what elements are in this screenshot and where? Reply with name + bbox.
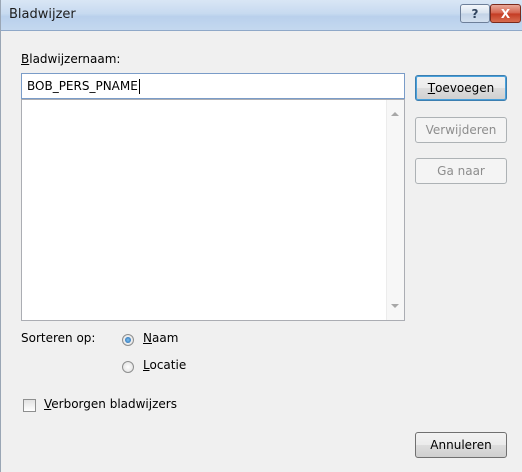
- scroll-down-arrow-icon[interactable]: [391, 304, 399, 308]
- add-button-label: oevoegen: [435, 81, 495, 95]
- bookmark-list[interactable]: [21, 99, 405, 321]
- close-icon: X: [500, 6, 511, 21]
- cancel-button[interactable]: Annuleren: [415, 432, 507, 458]
- hidden-bookmarks-text: erborgen bladwijzers: [51, 397, 177, 411]
- sort-location-text: ocatie: [149, 358, 187, 372]
- list-scrollbar[interactable]: [386, 100, 404, 320]
- sort-by-label: Sorteren op:: [21, 331, 96, 345]
- hidden-bookmarks-checkbox[interactable]: [23, 399, 36, 412]
- text-caret: [138, 78, 140, 94]
- bookmark-name-label-accesskey: B: [21, 52, 30, 66]
- remove-button-label: Verwijderen: [425, 123, 497, 137]
- sort-name-label[interactable]: Naam: [143, 331, 178, 345]
- hidden-bookmarks-label[interactable]: Verborgen bladwijzers: [44, 397, 177, 411]
- bookmark-name-input[interactable]: BOB_PERS_PNAME: [21, 73, 405, 99]
- sort-name-radio[interactable]: [122, 334, 134, 346]
- goto-button-label: Ga naar: [437, 164, 485, 178]
- dialog-title: Bladwijzer: [9, 7, 76, 22]
- bookmark-dialog: Bladwijzer ? X Bladwijzernaam: BOB_PERS_…: [0, 0, 522, 472]
- bookmark-name-value: BOB_PERS_PNAME: [27, 79, 138, 93]
- sort-location-radio[interactable]: [122, 361, 134, 373]
- cancel-button-label: Annuleren: [430, 438, 492, 452]
- sort-name-text: aam: [151, 331, 179, 345]
- help-button[interactable]: ?: [460, 4, 490, 23]
- goto-button[interactable]: Ga naar: [415, 158, 507, 184]
- title-bar: Bladwijzer ? X: [1, 0, 522, 31]
- sort-location-label[interactable]: Locatie: [143, 358, 186, 372]
- scroll-up-arrow-icon[interactable]: [391, 112, 399, 116]
- radio-selected-dot: [125, 337, 131, 343]
- remove-button[interactable]: Verwijderen: [415, 117, 507, 143]
- sort-name-accesskey: N: [143, 331, 152, 345]
- help-icon: ?: [471, 6, 479, 21]
- add-button[interactable]: Toevoegen: [415, 75, 507, 101]
- bookmark-name-label: Bladwijzernaam:: [21, 52, 120, 66]
- bookmark-name-label-text: ladwijzernaam:: [29, 52, 121, 66]
- add-button-accesskey: T: [427, 81, 436, 95]
- close-button[interactable]: X: [490, 4, 521, 23]
